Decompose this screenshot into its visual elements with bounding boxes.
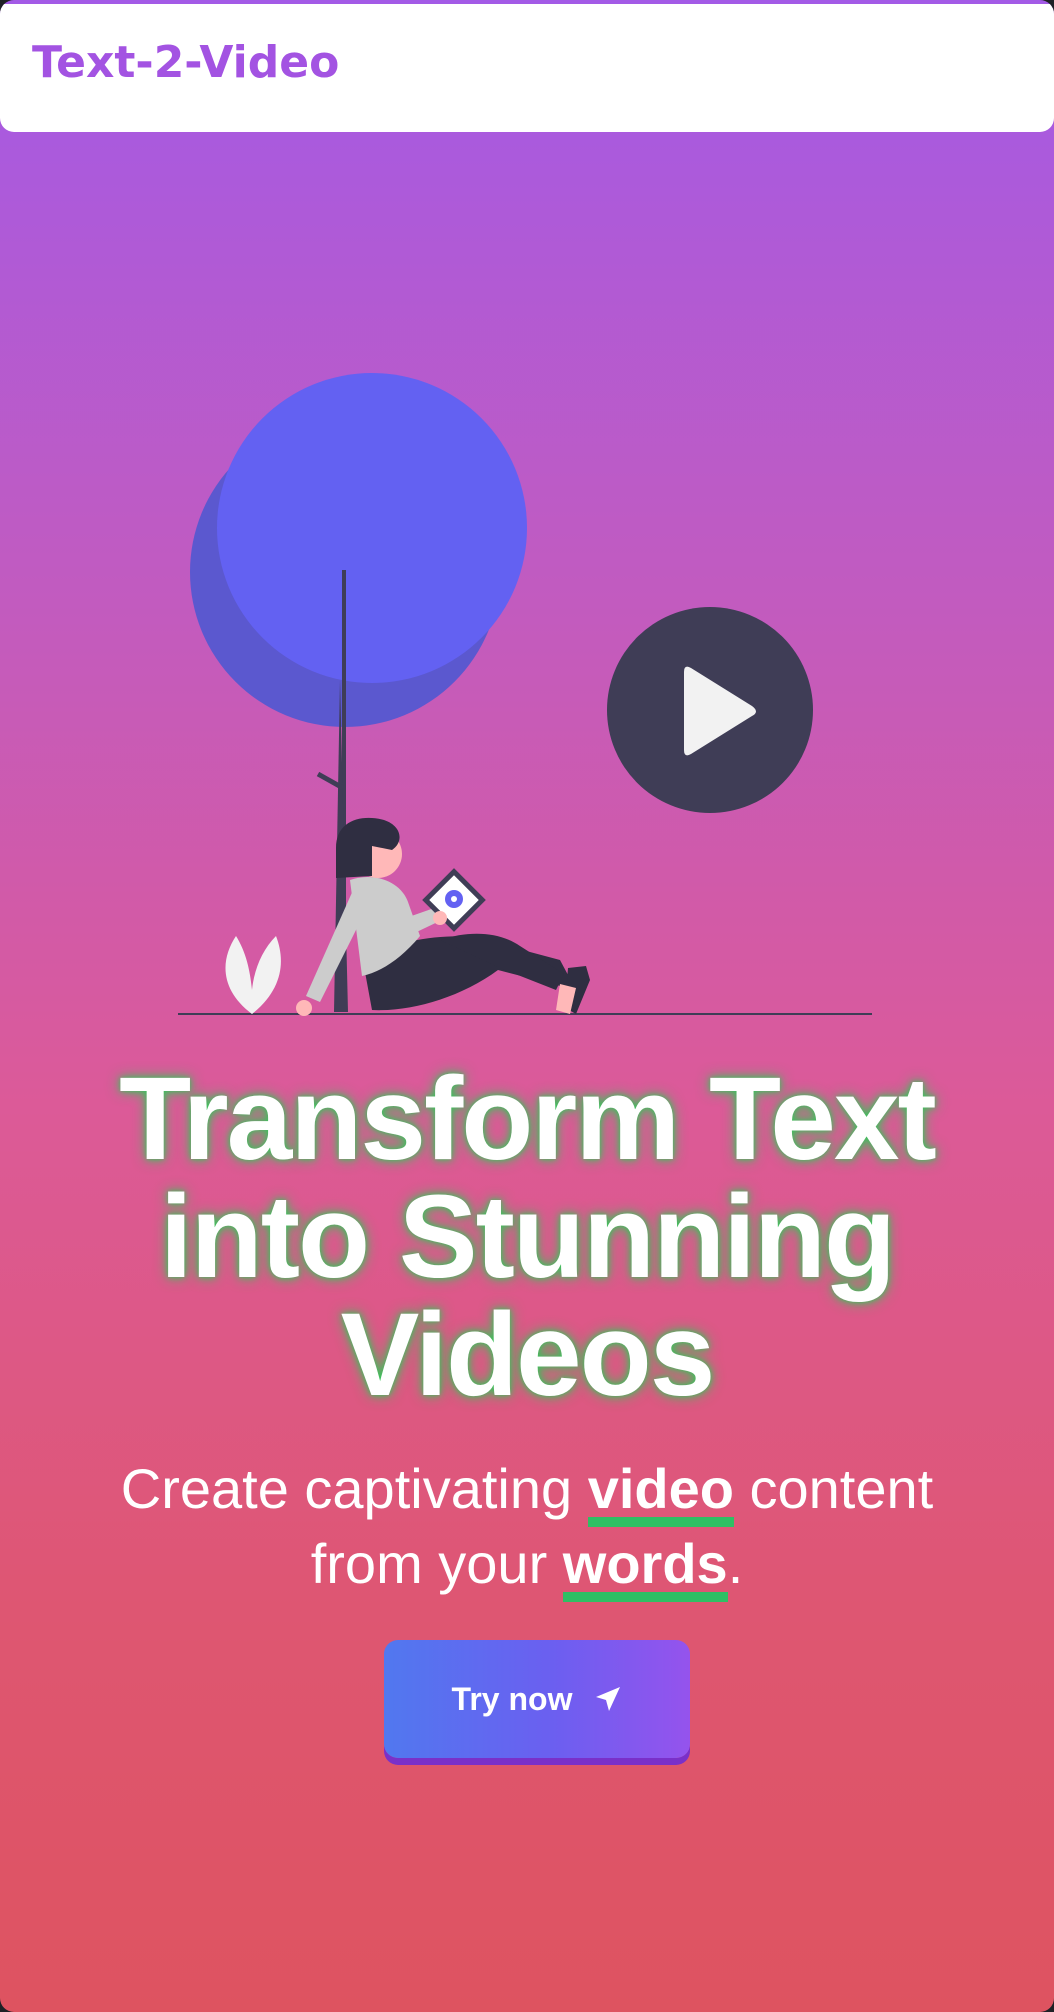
send-arrow-icon [596, 1687, 621, 1711]
subtitle-text-3: . [727, 1532, 744, 1595]
subtitle-highlight-video: video [587, 1461, 734, 1527]
try-now-button[interactable]: Try now [384, 1640, 690, 1758]
hero-illustration [178, 373, 872, 1016]
hero-title: Transform Text into Stunning Videos [119, 1053, 937, 1421]
plant-icon [225, 936, 281, 1014]
subtitle-text-1: Create captivating [120, 1457, 588, 1520]
hero-subtitle: Create captivating video content from yo… [60, 1452, 994, 1602]
try-now-label: Try now [451, 1680, 573, 1717]
page-frame: Text-2-Video Transform Text into Stunnin… [0, 0, 1054, 2012]
play-icon [607, 607, 813, 813]
subtitle-highlight-words: words [562, 1536, 728, 1602]
